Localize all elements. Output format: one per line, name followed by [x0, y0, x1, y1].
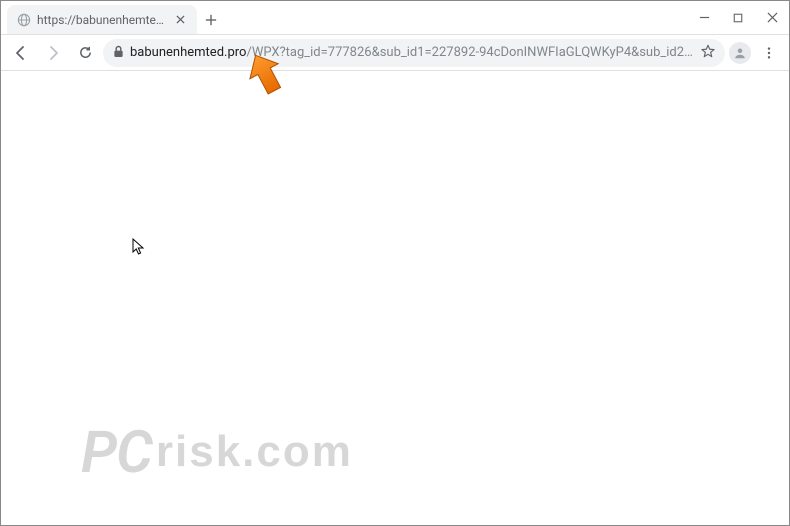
- bookmark-star-icon[interactable]: [701, 43, 715, 62]
- mouse-cursor-icon: [132, 238, 146, 260]
- watermark: PCrisk.com: [81, 419, 353, 487]
- maximize-button[interactable]: [721, 4, 755, 32]
- menu-button[interactable]: [755, 39, 783, 67]
- tab-title: https://babunenhemted.pro/WPX: [37, 13, 167, 27]
- watermark-c: C: [116, 419, 152, 487]
- titlebar-drag-area: [225, 1, 687, 34]
- new-tab-button[interactable]: [197, 5, 225, 34]
- window-controls: [687, 1, 789, 34]
- profile-avatar[interactable]: [729, 42, 751, 64]
- url-text: babunenhemted.pro/WPX?tag_id=777826&sub_…: [130, 45, 695, 60]
- browser-toolbar: babunenhemted.pro/WPX?tag_id=777826&sub_…: [1, 35, 789, 71]
- url-host: babunenhemted.pro: [130, 45, 246, 60]
- browser-tab[interactable]: https://babunenhemted.pro/WPX: [7, 5, 197, 34]
- window-titlebar: https://babunenhemted.pro/WPX: [1, 1, 789, 35]
- globe-icon: [17, 13, 31, 27]
- forward-button[interactable]: [39, 39, 67, 67]
- url-path: /WPX?tag_id=777826&sub_id1=227892-94cDon…: [246, 45, 695, 60]
- close-window-button[interactable]: [755, 4, 789, 32]
- pointer-arrow-annotation: [245, 51, 287, 101]
- reload-button[interactable]: [71, 39, 99, 67]
- minimize-button[interactable]: [687, 4, 721, 32]
- watermark-p: P: [81, 419, 116, 487]
- close-tab-icon[interactable]: [173, 13, 187, 27]
- lock-icon: [113, 43, 124, 62]
- back-button[interactable]: [7, 39, 35, 67]
- watermark-rest: risk.com: [156, 427, 353, 476]
- address-bar[interactable]: babunenhemted.pro/WPX?tag_id=777826&sub_…: [103, 39, 725, 67]
